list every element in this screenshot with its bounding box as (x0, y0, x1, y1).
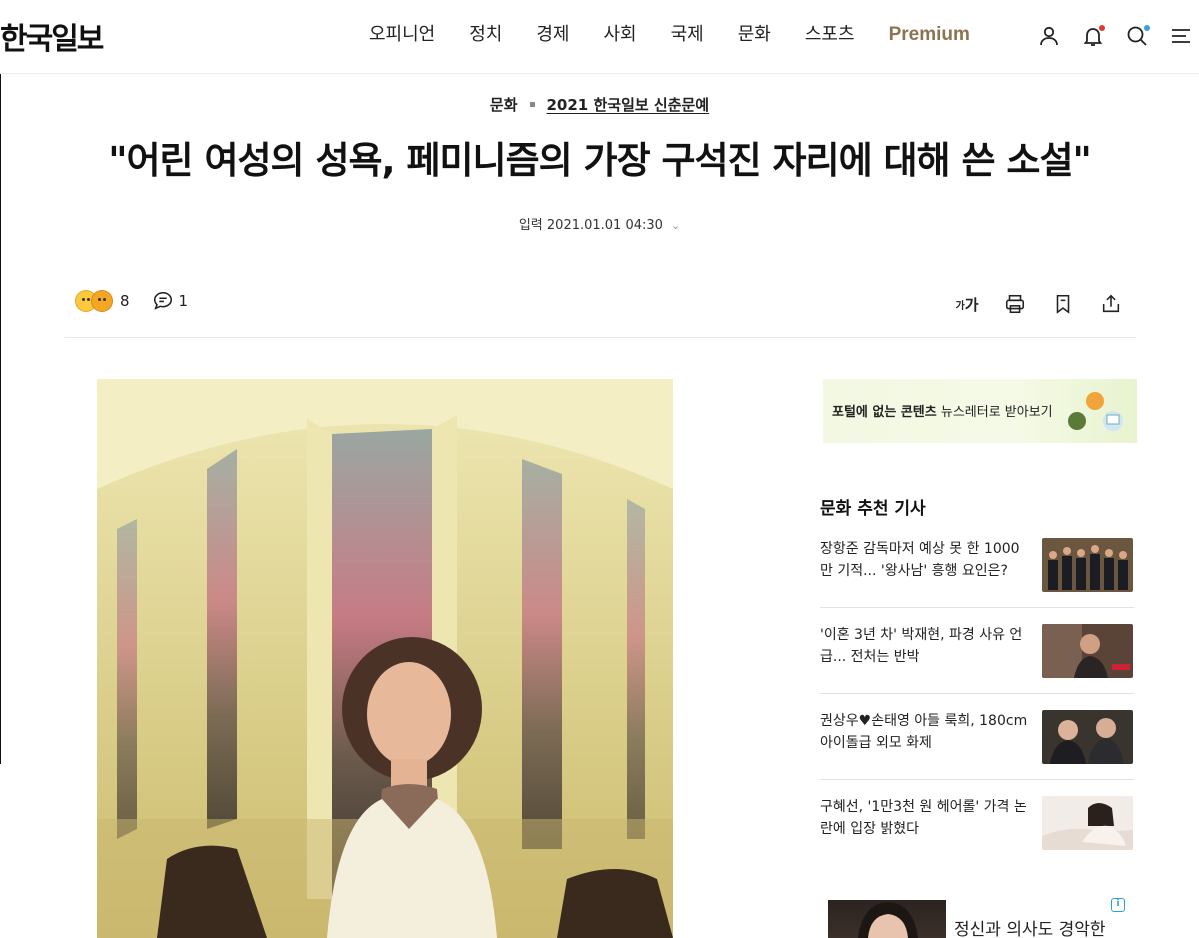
recommend-item[interactable]: 구혜선, '1만3천 원 헤어롤' 가격 논란에 입장 밝혔다 (820, 780, 1134, 866)
reaction-count: 8 (120, 292, 130, 310)
newsletter-banner[interactable]: 포털에 없는 콘텐츠 뉴스레터로 받아보기 (823, 379, 1137, 443)
nav-item-sports[interactable]: 스포츠 (805, 20, 855, 50)
user-icon[interactable] (1034, 22, 1064, 50)
nav-item-society[interactable]: 사회 (604, 20, 637, 50)
font-small-label: 가 (955, 300, 965, 312)
ad-image[interactable] (828, 900, 946, 938)
recommend-thumbnail[interactable] (1042, 796, 1133, 850)
nav-item-politics[interactable]: 정치 (469, 20, 502, 50)
recommend-item[interactable]: '이혼 3년 차' 박재현, 파경 사유 언급... 전처는 반박 (820, 608, 1134, 694)
main-nav: 오피니언 정치 경제 사회 국제 문화 스포츠 Premium (352, 20, 987, 50)
recommend-item-title[interactable]: 권상우♥손태영 아들 룩희, 180cm 아이돌급 외모 화제 (820, 710, 1032, 754)
recommend-thumbnail[interactable] (1042, 710, 1133, 764)
recommend-item-title[interactable]: '이혼 3년 차' 박재현, 파경 사유 언급... 전처는 반박 (820, 624, 1032, 668)
nav-item-culture[interactable]: 문화 (738, 20, 771, 50)
breadcrumb: 문화 2021 한국일보 신춘문예 (0, 94, 1199, 115)
article-tools: 가가 (934, 290, 1126, 318)
breadcrumb-series[interactable]: 2021 한국일보 신춘문예 (547, 96, 710, 114)
breadcrumb-category[interactable]: 문화 (490, 96, 518, 114)
nav-item-economy[interactable]: 경제 (536, 20, 569, 50)
article-headline: "어린 여성의 성욕, 페미니즘의 가장 구석진 자리에 대해 쓴 소설" (108, 139, 1092, 182)
comment-count[interactable]: 1 (179, 292, 189, 310)
ad-info-icon[interactable]: i (1111, 898, 1125, 912)
article-date[interactable]: 입력 2021.01.01 04:30 ⌄ (0, 214, 1199, 233)
site-logo[interactable]: 한국일보 (0, 14, 104, 58)
date-label: 입력 2021.01.01 04:30 (518, 218, 663, 233)
recommend-list: 장항준 감독마저 예상 못 한 1000만 기적... '왕사남' 흥행 요인은… (820, 522, 1134, 866)
search-dot (1144, 25, 1150, 31)
recommend-thumbnail[interactable] (1042, 538, 1133, 592)
angry-emoji-icon[interactable] (91, 290, 113, 312)
nav-item-international[interactable]: 국제 (671, 20, 704, 50)
ad-headline[interactable]: 정신과 의사도 경악한 (954, 915, 1106, 938)
recommend-item-title[interactable]: 구혜선, '1만3천 원 헤어롤' 가격 논란에 입장 밝혔다 (820, 796, 1032, 840)
nav-item-premium[interactable]: Premium (889, 20, 970, 50)
newsletter-illustration-icon (1068, 392, 1123, 431)
photo-illustration (97, 379, 673, 938)
print-icon[interactable] (1000, 290, 1030, 318)
comment-icon[interactable] (152, 290, 174, 312)
font-size-icon[interactable]: 가가 (952, 290, 982, 318)
chevron-down-icon: ⌄ (670, 219, 681, 232)
recommend-item-title[interactable]: 장항준 감독마저 예상 못 한 1000만 기적... '왕사남' 흥행 요인은… (820, 538, 1032, 582)
menu-icon[interactable] (1166, 22, 1196, 50)
font-large-label: 가 (964, 295, 979, 314)
recommend-item[interactable]: 권상우♥손태영 아들 룩희, 180cm 아이돌급 외모 화제 (820, 694, 1134, 780)
header-actions (1034, 22, 1199, 50)
recommend-item[interactable]: 장항준 감독마저 예상 못 한 1000만 기적... '왕사남' 흥행 요인은… (820, 522, 1134, 608)
recommend-thumbnail[interactable] (1042, 624, 1133, 678)
share-icon[interactable] (1096, 290, 1126, 318)
banner-bold: 포털에 없는 콘텐츠 (832, 405, 937, 420)
banner-text: 포털에 없는 콘텐츠 뉴스레터로 받아보기 (832, 401, 1053, 420)
nav-item-opinion[interactable]: 오피니언 (369, 20, 435, 50)
notification-dot (1099, 25, 1105, 31)
site-header: 한국일보 오피니언 정치 경제 사회 국제 문화 스포츠 Premium (0, 0, 1199, 74)
reactions: 8 1 (75, 290, 210, 312)
bell-icon[interactable] (1078, 22, 1108, 50)
recommend-section-title: 문화 추천 기사 (820, 499, 926, 519)
breadcrumb-separator (529, 101, 535, 107)
bookmark-icon[interactable] (1048, 290, 1078, 318)
banner-label: 뉴스레터로 받아보기 (940, 405, 1053, 420)
article-photo (97, 379, 673, 938)
article-toolbar: 8 1 가가 (65, 282, 1136, 338)
search-icon[interactable] (1122, 22, 1152, 50)
